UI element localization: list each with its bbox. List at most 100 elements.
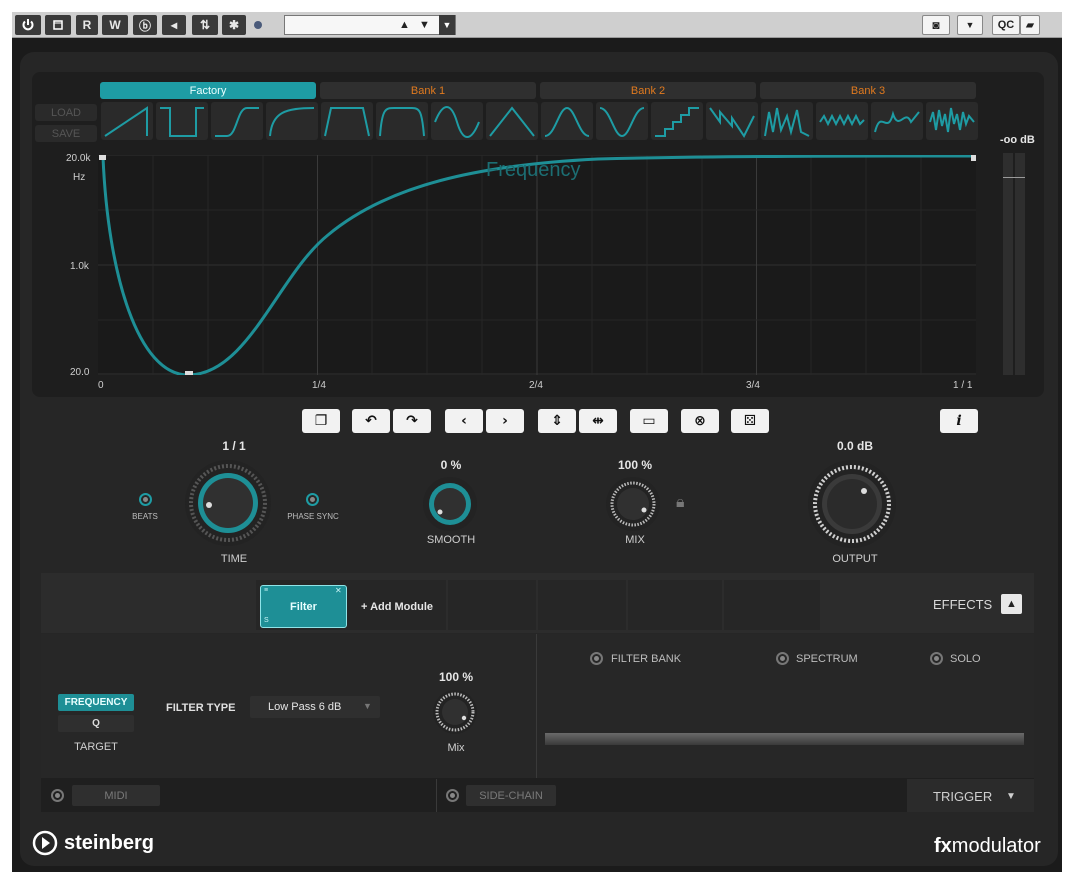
- info-button[interactable]: i: [940, 409, 978, 433]
- module-slot[interactable]: [538, 580, 626, 630]
- trigger-label: TRIGGER: [933, 789, 993, 804]
- add-module-button[interactable]: + Add Module: [361, 601, 433, 613]
- redo-icon: ↷: [406, 413, 418, 429]
- mix-knob[interactable]: [604, 476, 662, 532]
- shape-preset-valley[interactable]: [596, 102, 648, 140]
- x-axis-tick: 2/4: [529, 380, 543, 391]
- curve-node[interactable]: [185, 371, 193, 375]
- options-dropdown[interactable]: ▼: [957, 15, 983, 35]
- trigger-dropdown[interactable]: TRIGGER ▼: [907, 779, 1034, 812]
- preset-dropdown-icon[interactable]: ▼: [439, 15, 455, 35]
- output-meter-readout: -oo dB: [1000, 134, 1035, 146]
- sidechain-toggle[interactable]: [446, 789, 459, 802]
- clear-icon: ⊗: [694, 413, 706, 429]
- target-frequency-button[interactable]: FREQUENCY: [58, 694, 134, 711]
- draw-mode-button[interactable]: ▭: [630, 409, 668, 433]
- shape-preset-sine[interactable]: [431, 102, 483, 140]
- shift-right-button[interactable]: ›: [486, 409, 524, 433]
- tab-bank-3[interactable]: Bank 3: [760, 82, 976, 99]
- shift-left-button[interactable]: ‹: [445, 409, 483, 433]
- tab-bank-1[interactable]: Bank 1: [320, 82, 536, 99]
- product-logo: fxmodulator: [934, 835, 1041, 858]
- filter-type-dropdown[interactable]: Low Pass 6 dB ▼: [250, 696, 380, 718]
- time-label: TIME: [220, 553, 248, 565]
- shape-preset-exp-curve[interactable]: [266, 102, 318, 140]
- modulation-graph[interactable]: Frequency: [98, 155, 976, 375]
- compare-button[interactable]: [45, 15, 71, 35]
- filter-mix-knob[interactable]: [431, 689, 479, 735]
- host-toolbar: R W ⓑ ◂ ⇅ ✱ ▲ ▼ ▼ ◙ ▼ QC ▰: [12, 12, 1062, 38]
- vendor-logo: steinberg: [64, 832, 155, 854]
- curve-node[interactable]: [971, 155, 976, 161]
- shape-preset-spikes[interactable]: [761, 102, 813, 140]
- shape-preset-ramp-up[interactable]: [101, 102, 153, 140]
- midi-button[interactable]: MIDI: [72, 785, 160, 806]
- write-automation-button[interactable]: W: [102, 15, 128, 35]
- arrow-button[interactable]: ◂: [162, 15, 186, 35]
- prev-preset-icon[interactable]: ▲: [399, 19, 410, 31]
- module-slot[interactable]: [724, 580, 820, 630]
- flip-horizontal-button[interactable]: ⇹: [579, 409, 617, 433]
- lock-icon: ▰: [1026, 19, 1034, 31]
- power-icon: [22, 19, 34, 31]
- beats-toggle[interactable]: [139, 493, 152, 506]
- qc-button[interactable]: QC: [992, 15, 1020, 35]
- bypass-button[interactable]: ⓑ: [133, 15, 157, 35]
- tab-bank-2[interactable]: Bank 2: [540, 82, 756, 99]
- preset-field[interactable]: ▲ ▼ ▼: [284, 15, 456, 35]
- redo-button[interactable]: ↷: [393, 409, 431, 433]
- clear-button[interactable]: ⊗: [681, 409, 719, 433]
- next-preset-icon[interactable]: ▼: [419, 19, 430, 31]
- shape-preset-wobble[interactable]: [871, 102, 923, 140]
- duplicate-button[interactable]: ❐: [302, 409, 340, 433]
- effects-collapse-button[interactable]: ▲: [1001, 594, 1022, 614]
- flip-vertical-button[interactable]: ⇕: [538, 409, 576, 433]
- module-handle-icon[interactable]: ≡: [264, 587, 268, 594]
- shape-preset-square[interactable]: [156, 102, 208, 140]
- mix-lock-icon[interactable]: 🔒︎: [676, 494, 685, 512]
- curve-node[interactable]: [99, 155, 106, 160]
- shape-preset-ramp-curve[interactable]: [211, 102, 263, 140]
- power-button[interactable]: [15, 15, 41, 35]
- spectrum-radio[interactable]: [776, 652, 789, 665]
- x-axis-tick: 1/4: [312, 380, 326, 391]
- shape-preset-noise[interactable]: [926, 102, 978, 140]
- meter-bar-right: [1015, 153, 1025, 375]
- target-q-button[interactable]: Q: [58, 715, 134, 732]
- shape-preset-trapezoid[interactable]: [321, 102, 373, 140]
- lock-button[interactable]: ▰: [1020, 15, 1040, 35]
- sidechain-button[interactable]: SIDE-CHAIN: [466, 785, 556, 806]
- smooth-knob[interactable]: [421, 476, 479, 532]
- shape-preset-zigzag[interactable]: [706, 102, 758, 140]
- time-knob[interactable]: [183, 458, 273, 548]
- tab-factory[interactable]: Factory: [100, 82, 316, 99]
- shape-preset-soft-trapezoid[interactable]: [376, 102, 428, 140]
- target-label: TARGET: [74, 741, 118, 753]
- filter-module[interactable]: Filter: [260, 585, 347, 628]
- shape-preset-stairs[interactable]: [651, 102, 703, 140]
- solo-radio[interactable]: [930, 652, 943, 665]
- output-knob[interactable]: [806, 458, 898, 550]
- filter-bank-radio[interactable]: [590, 652, 603, 665]
- save-button[interactable]: SAVE: [35, 125, 97, 142]
- sidechain-toolbar-button[interactable]: ⇅: [192, 15, 218, 35]
- load-button[interactable]: LOAD: [35, 104, 97, 121]
- shape-preset-wave[interactable]: [816, 102, 868, 140]
- shape-preset-bump[interactable]: [541, 102, 593, 140]
- read-automation-button[interactable]: R: [76, 15, 98, 35]
- module-solo-icon[interactable]: S: [264, 617, 269, 624]
- randomize-button[interactable]: ⚄: [731, 409, 769, 433]
- module-slot[interactable]: [628, 580, 722, 630]
- phase-sync-toggle[interactable]: [306, 493, 319, 506]
- settings-button[interactable]: ✱: [222, 15, 246, 35]
- camera-button[interactable]: ◙: [922, 15, 950, 35]
- panel-divider: [536, 634, 537, 778]
- module-slot[interactable]: [448, 580, 536, 630]
- shape-preset-triangle[interactable]: [486, 102, 538, 140]
- filter-mix-value: 100 %: [438, 670, 474, 684]
- sidechain-icon: ⇅: [199, 18, 211, 32]
- module-close-icon[interactable]: ✕: [335, 586, 342, 595]
- x-axis-tick: 3/4: [746, 380, 760, 391]
- undo-button[interactable]: ↶: [352, 409, 390, 433]
- midi-toggle[interactable]: [51, 789, 64, 802]
